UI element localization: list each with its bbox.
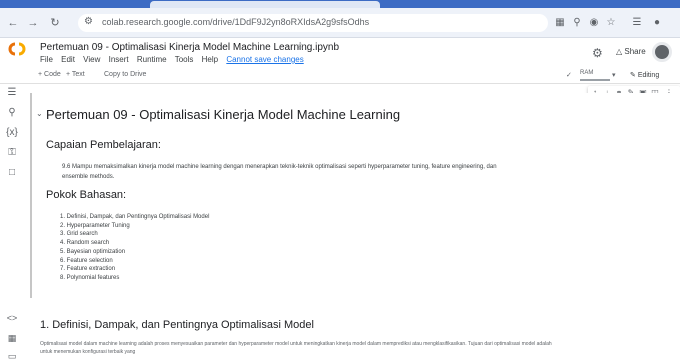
site-info-icon[interactable]: ⚙ xyxy=(84,16,93,27)
topic-list: 1. Definisi, Dampak, dan Pentingnya Opti… xyxy=(60,213,209,283)
section-paragraph: Optimalisasi model dalam machine learnin… xyxy=(40,341,552,355)
cpl-heading: Capaian Pembelajaran: xyxy=(46,139,161,151)
browser-address-bar: ← → ↻ ⚙ colab.research.google.com/drive/… xyxy=(0,8,680,38)
pokok-heading: Pokok Bahasan: xyxy=(46,189,127,201)
list-item: 8. Polynomial features xyxy=(60,274,120,281)
variables-icon[interactable]: {x} xyxy=(5,126,19,140)
menu-file[interactable]: File xyxy=(40,55,53,64)
connected-check-icon: ✓ xyxy=(566,72,572,79)
browser-tab-strip xyxy=(0,0,680,8)
cpl-text: 9.6 Mampu memaksimalkan kinerja model ma… xyxy=(62,164,497,180)
list-item: 3. Grid search xyxy=(60,231,98,238)
install-icon[interactable]: ▦ xyxy=(553,16,567,30)
add-text-button[interactable]: + Text xyxy=(66,71,85,78)
colab-logo-icon[interactable] xyxy=(5,42,29,56)
collapse-chevron-icon[interactable]: ⌄ xyxy=(36,109,43,118)
search-icon[interactable]: ⚲ xyxy=(5,106,19,120)
notebook-title[interactable]: Pertemuan 09 - Optimalisasi Kinerja Mode… xyxy=(40,42,339,53)
back-icon[interactable]: ← xyxy=(6,16,20,30)
pencil-icon: ✎ xyxy=(630,72,638,79)
list-item: 2. Hyperparameter Tuning xyxy=(60,222,130,229)
editing-mode-button[interactable]: ✎ Editing xyxy=(630,71,659,79)
resource-monitor[interactable]: RAM xyxy=(580,70,610,82)
colab-header: Pertemuan 09 - Optimalisasi Kinerja Mode… xyxy=(0,38,680,68)
ram-bar xyxy=(580,79,610,81)
menu-runtime[interactable]: Runtime xyxy=(137,55,167,64)
list-item: 7. Feature extraction xyxy=(60,266,116,273)
menu-tools[interactable]: Tools xyxy=(175,55,194,64)
zoom-icon[interactable]: ⚲ xyxy=(570,16,584,30)
list-item: 4. Random search xyxy=(60,240,110,247)
url-field[interactable]: ⚙ colab.research.google.com/drive/1DdF9J… xyxy=(78,14,548,32)
reload-icon[interactable]: ↻ xyxy=(48,16,62,30)
list-item: 1. Definisi, Dampak, dan Pentingnya Opti… xyxy=(60,214,210,220)
menu-view[interactable]: View xyxy=(83,55,100,64)
menu-help[interactable]: Help xyxy=(202,55,218,64)
url-text: colab.research.google.com/drive/1DdF9J2y… xyxy=(102,17,370,27)
forward-icon[interactable]: → xyxy=(26,16,40,30)
code-snippets-icon[interactable]: <> xyxy=(5,312,19,324)
browser-tab[interactable] xyxy=(150,1,380,8)
copy-to-drive-button[interactable]: Copy to Drive xyxy=(104,71,146,78)
notebook-toolbar: + Code + Text Copy to Drive ✓ RAM ▾ ✎ Ed… xyxy=(0,68,680,84)
list-item: 6. Feature selection xyxy=(60,257,113,264)
terminal-icon[interactable]: ▭ xyxy=(5,350,19,362)
save-status-link[interactable]: Cannot save changes xyxy=(226,55,303,64)
bookmark-star-icon[interactable]: ☆ xyxy=(604,16,618,30)
command-palette-icon[interactable]: ▦ xyxy=(5,332,19,344)
avatar[interactable] xyxy=(652,42,672,62)
list-item: 5. Bayesian optimization xyxy=(60,248,126,255)
star-icon[interactable]: ☆ xyxy=(296,41,305,52)
share-button[interactable]: △ Share xyxy=(616,47,646,56)
add-code-button[interactable]: + Code xyxy=(38,71,61,78)
menu-icon[interactable]: ☰ xyxy=(5,86,19,100)
menu-edit[interactable]: Edit xyxy=(61,55,75,64)
menu-insert[interactable]: Insert xyxy=(109,55,129,64)
translate-icon[interactable]: ◉ xyxy=(587,16,601,30)
settings-gear-icon[interactable]: ⚙ xyxy=(592,46,603,60)
share-label: Share xyxy=(624,47,646,56)
left-sidebar: ☰ ⚲ {x} ⚿ □ <> ▦ ▭ xyxy=(0,84,24,363)
menu-bar: File Edit View Insert Runtime Tools Help… xyxy=(40,55,310,64)
profile-icon[interactable]: ● xyxy=(650,16,664,30)
folder-icon[interactable]: □ xyxy=(5,166,19,180)
extension-icon[interactable]: ☰ xyxy=(630,16,644,30)
key-icon[interactable]: ⚿ xyxy=(5,146,19,160)
ram-label: RAM xyxy=(580,70,594,76)
section-heading: 1. Definisi, Dampak, dan Pentingnya Opti… xyxy=(40,319,314,331)
notebook-heading: Pertemuan 09 - Optimalisasi Kinerja Mode… xyxy=(46,107,401,122)
editing-label: Editing xyxy=(637,72,660,79)
text-cell[interactable]: ⌄ Pertemuan 09 - Optimalisasi Kinerja Mo… xyxy=(30,93,680,298)
chevron-down-icon[interactable]: ▾ xyxy=(612,71,616,79)
